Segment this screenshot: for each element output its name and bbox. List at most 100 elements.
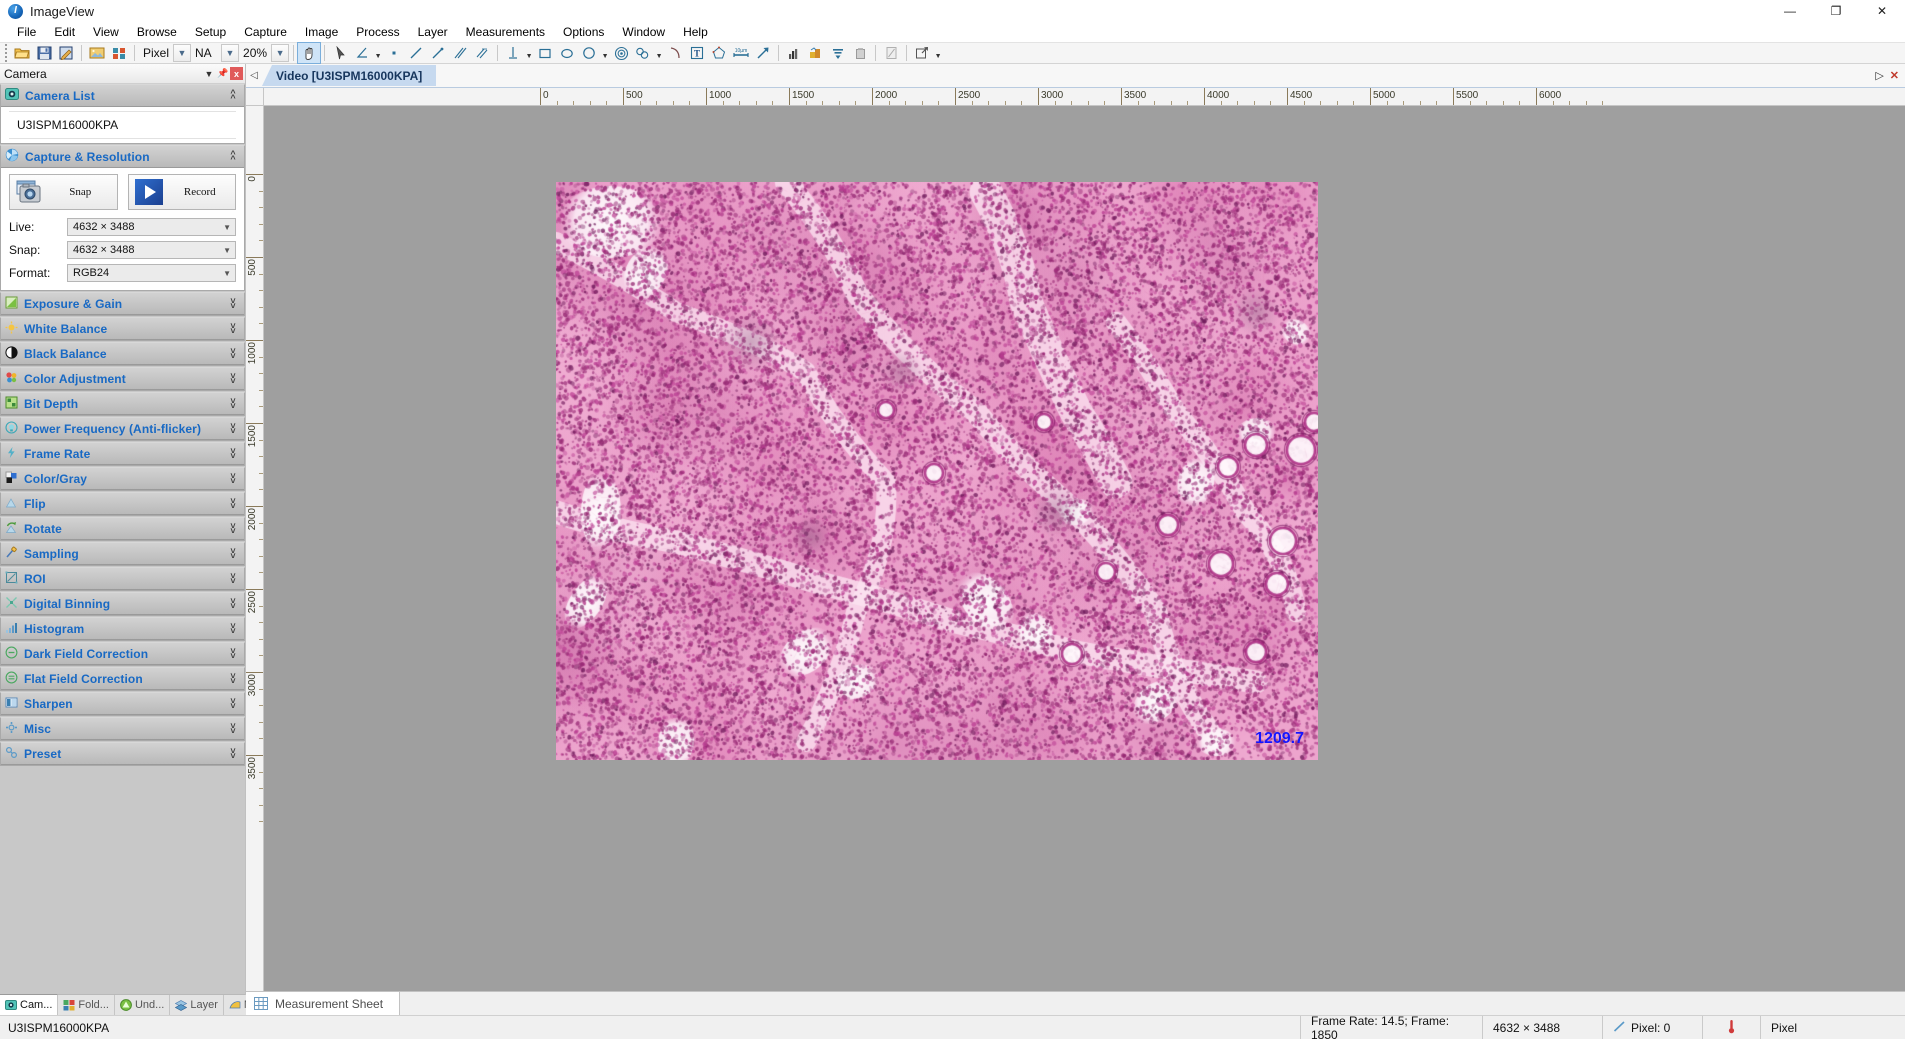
color-composite-icon[interactable] [805, 43, 827, 63]
point-icon[interactable] [383, 43, 405, 63]
maximize-button[interactable]: ❐ [1813, 0, 1859, 22]
menu-options[interactable]: Options [554, 23, 613, 41]
chevron-up-icon[interactable]: ^ ^ [226, 88, 240, 102]
group-header-digital-binning[interactable]: Digital Binning ˅ ˅ [1, 593, 244, 615]
group-header-preset[interactable]: Preset ˅ ˅ [1, 743, 244, 765]
align-icon[interactable] [827, 43, 849, 63]
zoom-selector[interactable]: 20% [239, 44, 271, 62]
vertical-ruler[interactable]: 0 500 1000 1500 2000 2500 3000 3500 [246, 106, 264, 991]
chevron-up-icon[interactable]: ^ ^ [226, 149, 240, 163]
group-header-power-frequency[interactable]: Power Frequency (Anti-flicker) ˅ ˅ [1, 418, 244, 440]
chevron-down-icon[interactable]: ˅ ˅ [226, 546, 240, 560]
chevron-down-icon[interactable]: ˅ ˅ [226, 471, 240, 485]
open-folder-icon[interactable] [11, 43, 33, 63]
close-tab-icon[interactable]: ✕ [1890, 69, 1899, 82]
group-header-rotate[interactable]: Rotate ˅ ˅ [1, 518, 244, 540]
chevron-down-icon[interactable]: ˅ ˅ [226, 421, 240, 435]
group-header-exposure-gain[interactable]: Exposure & Gain ˅ ˅ [1, 293, 244, 315]
chevron-down-icon[interactable]: ˅ ˅ [226, 396, 240, 410]
microscopy-image[interactable]: 1209.7 [556, 182, 1318, 760]
snap-button[interactable]: Snap [9, 174, 118, 210]
histogram-icon[interactable] [783, 43, 805, 63]
horizontal-ruler[interactable]: 0 500 1000 1500 2000 2500 3000 3500 4000 4500 5000… [264, 88, 1905, 106]
menu-help[interactable]: Help [674, 23, 717, 41]
group-header-dark-field-correction[interactable]: Dark Field Correction ˅ ˅ [1, 643, 244, 665]
chevron-down-icon[interactable]: ˅ ˅ [226, 371, 240, 385]
group-header-roi[interactable]: ROI ˅ ˅ [1, 568, 244, 590]
group-header-frame-rate[interactable]: Frame Rate ˅ ˅ [1, 443, 244, 465]
nav-right-icon[interactable]: ▷ [1875, 69, 1883, 82]
circle-icon[interactable] [578, 43, 600, 63]
group-header-bit-depth[interactable]: Bit Depth ˅ ˅ [1, 393, 244, 415]
panel-dropdown-icon[interactable]: ▼ [202, 66, 216, 82]
ellipse-icon[interactable] [556, 43, 578, 63]
chevron-down-icon[interactable]: ˅ ˅ [226, 521, 240, 535]
group-header-capture-resolution[interactable]: Capture & Resolution ^ ^ [1, 146, 244, 168]
panel-tab-folder[interactable]: Fold... [58, 995, 115, 1015]
vertical-line-icon[interactable] [502, 43, 524, 63]
pan-hand-icon[interactable] [297, 42, 322, 64]
chevron-down-icon[interactable]: ˅ ˅ [226, 296, 240, 310]
unit-dropdown-chevron-down-icon[interactable]: ▼ [173, 44, 192, 62]
chevron-down-icon[interactable]: ˅ ˅ [226, 321, 240, 335]
vertical-line-dropdown-chevron-down-icon[interactable]: ▼ [524, 43, 534, 63]
menu-image[interactable]: Image [296, 23, 347, 41]
concentric-circle-icon[interactable] [610, 43, 632, 63]
menu-layer[interactable]: Layer [409, 23, 457, 41]
menu-edit[interactable]: Edit [45, 23, 84, 41]
select-arrow-icon[interactable] [329, 43, 351, 63]
line-icon[interactable] [405, 43, 427, 63]
camera-list-item[interactable]: U3ISPM16000KPA [9, 111, 236, 139]
menu-view[interactable]: View [84, 23, 128, 41]
group-header-color-adjustment[interactable]: Color Adjustment ˅ ˅ [1, 368, 244, 390]
edit-icon[interactable] [880, 43, 902, 63]
browse-folder-icon[interactable] [86, 43, 108, 63]
chevron-down-icon[interactable]: ˅ ˅ [226, 646, 240, 660]
document-tab-video[interactable]: Video [U3ISPM16000KPA] [262, 65, 437, 86]
panel-tab-layer[interactable]: Layer [170, 995, 224, 1015]
save-icon[interactable] [33, 43, 55, 63]
angle-dropdown-chevron-down-icon[interactable]: ▼ [373, 43, 383, 63]
menu-process[interactable]: Process [347, 23, 408, 41]
chevron-down-icon[interactable]: ˅ ˅ [226, 496, 240, 510]
record-button[interactable]: Record [127, 174, 236, 210]
panel-tab-undo[interactable]: Und... [114, 995, 171, 1015]
chevron-down-icon[interactable]: ˅ ˅ [226, 571, 240, 585]
group-header-color-gray[interactable]: Color/Gray ˅ ˅ [1, 468, 244, 490]
chevron-down-icon[interactable]: ˅ ˅ [226, 596, 240, 610]
image-viewport[interactable]: 1209.7 [264, 106, 1905, 991]
annulus-dropdown-chevron-down-icon[interactable]: ▼ [654, 43, 664, 63]
live-resolution-select[interactable]: 4632 × 3488 ▼ [67, 218, 236, 236]
chevron-down-icon[interactable]: ˅ ˅ [226, 721, 240, 735]
scalebar-icon[interactable]: 10µm [730, 43, 752, 63]
panel-pin-icon[interactable]: 📌 [216, 66, 230, 82]
chevron-down-icon[interactable]: ˅ ˅ [226, 621, 240, 635]
group-header-camera-list[interactable]: Camera List ^ ^ [1, 85, 244, 107]
objective-dropdown-chevron-down-icon[interactable]: ▼ [221, 44, 240, 62]
panel-tab-camera[interactable]: Cam... [0, 994, 59, 1015]
zoom-dropdown-chevron-down-icon[interactable]: ▼ [271, 44, 290, 62]
arc-icon[interactable] [664, 43, 686, 63]
panel-close-icon[interactable]: x [230, 67, 243, 80]
parallel-pair-icon[interactable] [471, 43, 493, 63]
chevron-down-icon[interactable]: ˅ ˅ [226, 446, 240, 460]
chevron-down-icon[interactable]: ˅ ˅ [226, 346, 240, 360]
group-header-histogram[interactable]: Histogram ˅ ˅ [1, 618, 244, 640]
chevron-down-icon[interactable]: ˅ ˅ [226, 746, 240, 760]
delete-icon[interactable] [849, 43, 871, 63]
measurement-annotation[interactable]: 1209.7 [1255, 730, 1304, 748]
menu-capture[interactable]: Capture [235, 23, 296, 41]
unit-selector[interactable]: Pixel [139, 44, 173, 62]
thumbnail-grid-icon[interactable] [108, 43, 130, 63]
group-header-flat-field-correction[interactable]: Flat Field Correction ˅ ˅ [1, 668, 244, 690]
export-dropdown-chevron-down-icon[interactable]: ▼ [933, 43, 943, 63]
menu-measurements[interactable]: Measurements [457, 23, 554, 41]
rectangle-icon[interactable] [534, 43, 556, 63]
group-header-flip[interactable]: Flip ˅ ˅ [1, 493, 244, 515]
polygon-icon[interactable] [708, 43, 730, 63]
chevron-down-icon[interactable]: ˅ ˅ [226, 671, 240, 685]
menu-setup[interactable]: Setup [186, 23, 235, 41]
snap-resolution-select[interactable]: 4632 × 3488 ▼ [67, 241, 236, 259]
group-header-white-balance[interactable]: White Balance ˅ ˅ [1, 318, 244, 340]
minimize-button[interactable]: — [1767, 0, 1813, 22]
